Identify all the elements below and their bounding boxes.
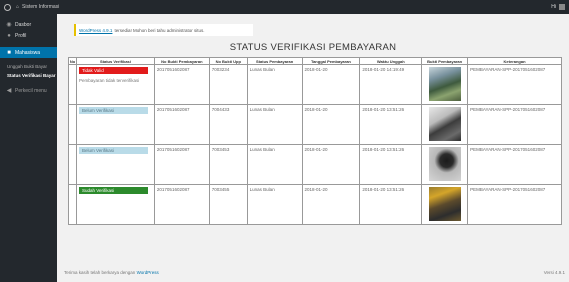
footer-version: Versi 4.9.1: [543, 270, 565, 275]
cell-waktu: 2018-01-20 14:19:49: [359, 64, 423, 105]
header-waktu-unggah: Waktu Unggah: [359, 57, 423, 65]
sidebar-subitem-status[interactable]: Status Verifikasi Bayar: [0, 71, 57, 80]
sidebar-item-profil[interactable]: ● Profil: [0, 30, 57, 41]
sidebar: ◉ Dasbor ● Profil ■ Mahasiswa Unggah Buk…: [0, 14, 57, 282]
sidebar-item-label: Profil: [15, 32, 27, 39]
cell-waktu: 2018-01-20 13:51:26: [359, 144, 423, 185]
update-link[interactable]: WordPress 4.9.1: [79, 28, 112, 33]
cell-tanggal: 2018-01-20: [301, 184, 361, 225]
cell-waktu: 2018-01-20 13:51:26: [359, 104, 423, 145]
update-notice-text: tersedia! Mohon beri tahu administrator …: [114, 27, 205, 33]
cell-status-bayar: Lunas Bulan: [246, 184, 303, 225]
header-no: No: [68, 57, 77, 65]
status-badge: Tidak Valid: [78, 67, 148, 74]
page-title: STATUS VERIFIKASI PEMBAYARAN: [229, 42, 397, 53]
cell-keterangan: PEMBAYARAN-SPP-2017051602087: [467, 104, 562, 145]
avatar: [559, 4, 565, 10]
cell-status-bayar: Lunas Bulan: [246, 64, 303, 105]
sidebar-item-mahasiswa[interactable]: ■ Mahasiswa: [0, 47, 57, 58]
cell-bukti: 2017051602087: [153, 104, 210, 145]
dashboard-icon: ◉: [6, 22, 12, 28]
status-badge: Belum Verifikasi: [78, 147, 148, 154]
cell-bukti: 2017051602087: [153, 184, 210, 225]
cell-upp: 7003234: [208, 64, 248, 105]
cell-no: [68, 104, 77, 145]
payment-proof-image[interactable]: [428, 187, 461, 221]
header-keterangan: Keterangan: [467, 57, 562, 65]
user-icon: ●: [7, 32, 11, 39]
cell-status-bayar: Lunas Bulan: [246, 104, 303, 145]
table-row: Belum Verifikasi 2017051602087 7004433 L…: [68, 104, 562, 145]
home-icon[interactable]: ⌂: [16, 4, 19, 10]
collapse-label: Perkecil menu: [15, 87, 47, 94]
update-notice: WordPress 4.9.1 tersedia! Mohon beri tah…: [74, 24, 253, 36]
cell-status: Belum Verifikasi: [75, 144, 155, 185]
cell-photo: [421, 64, 469, 105]
table-header-row: No Status Verifikasi No Bukti Pembayaran…: [68, 57, 562, 65]
collapse-icon: ◀: [6, 88, 12, 94]
cell-upp: 7004433: [208, 104, 248, 145]
payment-status-table: No Status Verifikasi No Bukti Pembayaran…: [68, 57, 562, 225]
header-no-bukti: No Bukti Pembayaran: [153, 57, 210, 65]
cell-tanggal: 2018-01-20: [301, 144, 361, 185]
cell-photo: [421, 144, 469, 185]
cell-keterangan: PEMBAYARAN-SPP-2017051602087: [467, 64, 562, 105]
cell-tanggal: 2018-01-20: [301, 104, 361, 145]
sidebar-item-dasbor[interactable]: ◉ Dasbor: [0, 19, 57, 30]
header-no-upp: No Bukti Upp: [208, 57, 248, 65]
cell-upp: 7003453: [208, 144, 248, 185]
footer-credit: Terima kasih telah berkarya dengan WordP…: [64, 270, 159, 275]
cell-status: Belum Verifikasi: [75, 104, 155, 145]
students-icon: ■: [7, 49, 11, 56]
cell-status: Sudah Verifikasi: [75, 184, 155, 225]
sidebar-item-label: Mahasiswa: [15, 49, 41, 56]
table-row: Tidak Valid Pembayaran tidak terverifika…: [68, 64, 562, 105]
table-row: Belum Verifikasi 2017051602087 7003453 L…: [68, 144, 562, 185]
cell-tanggal: 2018-01-20: [301, 64, 361, 105]
howdy-text: Hi: [551, 4, 556, 10]
cell-no: [68, 144, 77, 185]
admin-bar: ⌂ Sistem Informasi Hi: [0, 0, 569, 14]
header-status-verifikasi: Status Verifikasi: [75, 57, 155, 65]
header-tanggal: Tanggal Pembayaran: [301, 57, 361, 65]
header-status-pembayaran: Status Pembayaran: [246, 57, 303, 65]
collapse-menu-button[interactable]: ◀ Perkecil menu: [0, 85, 57, 96]
cell-waktu: 2018-01-20 13:51:26: [359, 184, 423, 225]
footer-wordpress-link[interactable]: WordPress: [137, 270, 159, 275]
cell-bukti: 2017051602087: [153, 64, 210, 105]
status-note: Pembayaran tidak terverifikasi: [78, 78, 140, 83]
header-bukti-pembayaran: Bukti Pembayaran: [421, 57, 469, 65]
user-menu[interactable]: Hi: [551, 4, 565, 10]
cell-status-bayar: Lunas Bulan: [246, 144, 303, 185]
cell-bukti: 2017051602087: [153, 144, 210, 185]
status-badge: Sudah Verifikasi: [78, 187, 148, 194]
main-content: WordPress 4.9.1 tersedia! Mohon beri tah…: [57, 14, 569, 282]
footer-text: Terima kasih telah berkarya dengan: [64, 270, 136, 275]
site-name[interactable]: Sistem Informasi: [22, 4, 59, 10]
payment-proof-image[interactable]: [428, 107, 461, 141]
cell-no: [68, 184, 77, 225]
table-row: Sudah Verifikasi 2017051602087 7003455 L…: [68, 184, 562, 225]
cell-keterangan: PEMBAYARAN-SPP-2017051602087: [467, 184, 562, 225]
wordpress-logo-icon[interactable]: [4, 3, 11, 11]
cell-status: Tidak Valid Pembayaran tidak terverifika…: [75, 64, 155, 105]
cell-no: [68, 64, 77, 105]
cell-photo: [421, 104, 469, 145]
cell-keterangan: PEMBAYARAN-SPP-2017051602087: [467, 144, 562, 185]
status-badge: Belum Verifikasi: [78, 107, 148, 114]
cell-upp: 7003455: [208, 184, 248, 225]
sidebar-subitem-unggah[interactable]: Unggah Bukti Bayar: [0, 62, 57, 71]
sidebar-item-label: Dasbor: [15, 21, 32, 28]
cell-photo: [421, 184, 469, 225]
payment-proof-image[interactable]: [428, 147, 461, 181]
payment-proof-image[interactable]: [428, 67, 461, 101]
